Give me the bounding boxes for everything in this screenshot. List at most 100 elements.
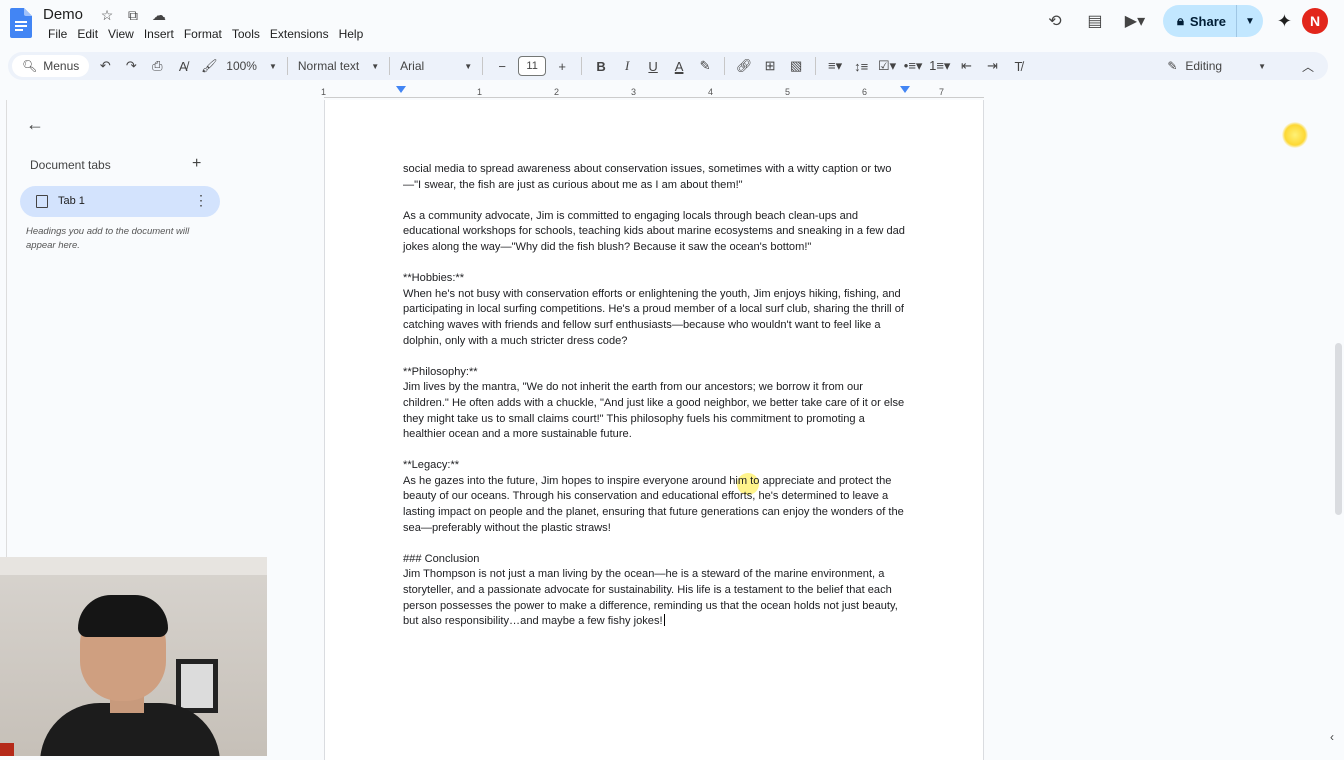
insert-link-icon[interactable]: 🔗︎	[734, 54, 754, 78]
right-indent-marker[interactable]	[900, 86, 910, 93]
bold-icon[interactable]: B	[591, 54, 611, 78]
increase-font-size-icon[interactable]: +	[552, 54, 572, 78]
comments-icon[interactable]: ▤	[1085, 11, 1105, 31]
undo-icon[interactable]: ↶	[95, 54, 115, 78]
chevron-down-icon: ▼	[1258, 61, 1266, 71]
sidebar-tab-1[interactable]: Tab 1 ⋮	[20, 186, 220, 217]
heading-philosophy[interactable]: **Philosophy:**	[403, 365, 908, 381]
font-select[interactable]: Arial ▼	[396, 59, 476, 73]
menu-help[interactable]: Help	[334, 26, 369, 42]
ruler-number: 1	[477, 87, 483, 97]
menu-format[interactable]: Format	[179, 26, 227, 42]
add-comment-icon[interactable]: ⊞	[760, 54, 780, 78]
ruler-baseline	[324, 97, 984, 98]
menu-tools[interactable]: Tools	[227, 26, 265, 42]
paragraph[interactable]: When he's not busy with conservation eff…	[403, 287, 908, 349]
bulleted-list-icon[interactable]: •≡▾	[903, 54, 923, 78]
document-body[interactable]: social media to spread awareness about c…	[403, 162, 908, 630]
document-page[interactable]: social media to spread awareness about c…	[324, 100, 984, 760]
menu-edit[interactable]: Edit	[72, 26, 103, 42]
toolbar-divider	[581, 57, 583, 75]
menu-view[interactable]: View	[103, 26, 139, 42]
chevron-up-icon[interactable]: ︿	[1302, 58, 1314, 75]
share-button[interactable]: 🔒︎ Share ▼	[1162, 5, 1263, 37]
document-icon	[36, 195, 48, 208]
paragraph[interactable]: Jim lives by the mantra, "We do not inhe…	[403, 380, 908, 442]
share-label: Share	[1189, 13, 1226, 29]
document-title[interactable]: Demo	[43, 6, 83, 23]
line-spacing-icon[interactable]: ↕≡	[851, 54, 871, 78]
print-icon[interactable]: ⎙	[147, 54, 167, 78]
chevron-left-icon[interactable]: ‹	[1330, 730, 1334, 744]
ruler-number: 1	[321, 87, 327, 97]
font-size-input[interactable]: 11	[518, 56, 547, 76]
ruler-number: 6	[862, 87, 868, 97]
search-icon: 🔍︎	[22, 59, 38, 73]
webcam-picture-frame	[176, 659, 218, 713]
toolbar-divider	[389, 57, 391, 75]
more-options-icon[interactable]: ⋮	[194, 192, 208, 209]
webcam-red-object	[0, 743, 14, 756]
gemini-sparkle-icon[interactable]: ✦	[1277, 11, 1292, 32]
paragraph-style-value: Normal text	[297, 59, 360, 73]
decrease-indent-icon[interactable]: ⇤	[956, 54, 976, 78]
paragraph[interactable]: As he gazes into the future, Jim hopes t…	[403, 474, 908, 536]
ruler-number: 5	[785, 87, 791, 97]
text-color-icon[interactable]: A	[669, 54, 689, 78]
highlight-color-icon[interactable]: ✎	[695, 54, 715, 78]
webcam-overlay	[0, 557, 267, 756]
insert-image-icon[interactable]: ▧	[786, 54, 806, 78]
search-menus-button[interactable]: 🔍︎ Menus	[12, 55, 90, 77]
menu-extensions[interactable]: Extensions	[265, 26, 334, 42]
menu-insert[interactable]: Insert	[139, 26, 179, 42]
paragraph-final[interactable]: Jim Thompson is not just a man living by…	[403, 567, 908, 629]
chevron-down-icon: ▼	[371, 61, 380, 71]
cloud-status-icon[interactable]: ☁	[150, 7, 168, 24]
account-avatar[interactable]: N	[1302, 8, 1328, 34]
sun-icon[interactable]	[1282, 122, 1308, 148]
ruler-number: 3	[631, 87, 637, 97]
paragraph[interactable]: As a community advocate, Jim is committe…	[403, 209, 908, 256]
document-tabs-heading: Document tabs	[30, 158, 111, 172]
zoom-select[interactable]: 100% ▼	[222, 59, 281, 73]
heading-legacy[interactable]: **Legacy:**	[403, 458, 908, 474]
redo-icon[interactable]: ↷	[121, 54, 141, 78]
text-caret	[663, 614, 665, 627]
paint-format-icon[interactable]: 🖌︎	[199, 54, 219, 78]
meet-camera-icon[interactable]: ▶▾	[1125, 11, 1145, 31]
toolbar-divider	[482, 57, 484, 75]
horizontal-ruler[interactable]: 1 1 2 3 4 5 6 7	[321, 86, 984, 100]
underline-icon[interactable]: U	[643, 54, 663, 78]
move-folder-icon[interactable]: ⧉	[124, 7, 142, 24]
chevron-down-icon: ▼	[464, 61, 473, 71]
add-tab-icon[interactable]: +	[192, 155, 201, 173]
align-left-icon[interactable]: ≡▾	[825, 54, 845, 78]
back-arrow-icon[interactable]: ←	[26, 114, 44, 135]
clear-formatting-icon[interactable]: T̸	[1008, 54, 1028, 78]
heading-hobbies[interactable]: **Hobbies:**	[403, 271, 908, 287]
vertical-scrollbar[interactable]	[1332, 100, 1344, 756]
webcam-picture	[181, 664, 213, 708]
share-dropdown-icon[interactable]: ▼	[1237, 16, 1263, 27]
tab-label: Tab 1	[58, 195, 85, 207]
toolbar-divider	[724, 57, 726, 75]
left-indent-marker[interactable]	[396, 86, 406, 93]
docs-logo-icon[interactable]	[10, 8, 32, 38]
version-history-icon[interactable]: ⟲	[1045, 11, 1065, 31]
star-icon[interactable]: ☆	[98, 7, 116, 24]
paragraph[interactable]: social media to spread awareness about c…	[403, 162, 908, 193]
numbered-list-icon[interactable]: 1≡▾	[929, 54, 950, 78]
decrease-font-size-icon[interactable]: −	[492, 54, 512, 78]
menu-file[interactable]: File	[43, 26, 72, 42]
editing-mode-select[interactable]: ✎ Editing ▼	[1167, 59, 1266, 73]
font-value: Arial	[400, 59, 425, 73]
scrollbar-thumb[interactable]	[1335, 343, 1342, 515]
menu-bar: File Edit View Insert Format Tools Exten…	[43, 26, 368, 42]
chevron-down-icon: ▼	[268, 61, 277, 71]
spellcheck-icon[interactable]: A̸	[173, 54, 193, 78]
italic-icon[interactable]: I	[617, 54, 637, 78]
checklist-icon[interactable]: ☑▾	[877, 54, 897, 78]
paragraph-style-select[interactable]: Normal text ▼	[294, 59, 383, 73]
heading-conclusion[interactable]: ### Conclusion	[403, 552, 908, 568]
increase-indent-icon[interactable]: ⇥	[982, 54, 1002, 78]
